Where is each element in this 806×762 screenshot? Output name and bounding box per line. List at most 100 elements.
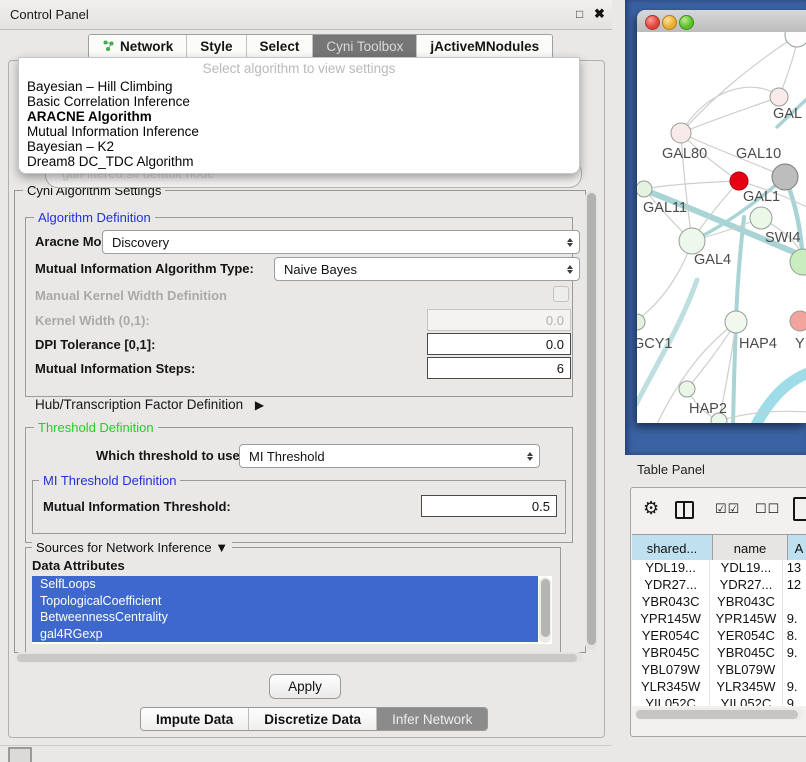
- mac-zoom-icon[interactable]: [679, 15, 694, 30]
- cell: YDR27...: [632, 577, 710, 594]
- dropdown-item[interactable]: Mutual Information Inference: [27, 124, 567, 139]
- control-panel-title: Control Panel: [10, 7, 89, 22]
- tab-network[interactable]: Network: [89, 35, 187, 58]
- table-horizontal-scrollbar[interactable]: [635, 708, 803, 720]
- attribute-item[interactable]: gal4RGexp: [32, 626, 538, 643]
- table-row[interactable]: YDL19...YDL19...13: [632, 560, 806, 577]
- node-gcy1[interactable]: [637, 314, 645, 330]
- attributes-scrollbar[interactable]: [539, 577, 551, 643]
- kernel-width-field[interactable]: 0.0: [427, 309, 571, 331]
- hub-definition-toggle[interactable]: Hub/Transcription Factor Definition ▶: [35, 397, 264, 412]
- mi-type-combo[interactable]: Naive Bayes: [274, 257, 580, 281]
- mi-threshold-definition-title: MI Threshold Definition: [39, 473, 180, 488]
- cell: YPR145W: [632, 611, 710, 628]
- float-window-icon[interactable]: □: [576, 7, 583, 21]
- data-attributes-list: SelfLoops TopologicalCoefficient Between…: [32, 576, 552, 644]
- file-icon[interactable]: [793, 497, 806, 521]
- node-hap2[interactable]: [679, 381, 695, 397]
- algorithm-definition-group: Algorithm Definition Aracne Mode: Discov…: [25, 217, 573, 397]
- settings-vertical-scrollbar[interactable]: [585, 191, 597, 650]
- gear-icon[interactable]: ⚙: [643, 498, 659, 519]
- node-y-truncated[interactable]: [790, 311, 806, 331]
- settings-horizontal-scrollbar[interactable]: [15, 652, 583, 663]
- corner-widget[interactable]: [8, 747, 32, 762]
- dpi-tolerance-label: DPI Tolerance [0,1]:: [35, 337, 155, 352]
- dropdown-item[interactable]: Bayesian – K2: [27, 139, 567, 154]
- mac-close-icon[interactable]: [645, 15, 660, 30]
- node-gal1[interactable]: [750, 207, 772, 229]
- table-row[interactable]: YER054CYER054C8.: [632, 628, 806, 645]
- node-label: GAL4: [694, 252, 731, 268]
- network-icon: [102, 39, 115, 55]
- node-label: GAL10: [736, 146, 781, 162]
- aracne-mode-combo[interactable]: Discovery: [102, 230, 580, 254]
- table-row[interactable]: YPR145WYPR145W9.: [632, 611, 806, 628]
- tab-label: jActiveMNodules: [430, 39, 539, 54]
- tab-style[interactable]: Style: [187, 35, 246, 58]
- attribute-item[interactable]: SelfLoops: [32, 576, 538, 593]
- column-header-shared[interactable]: shared...: [632, 535, 713, 561]
- column-header-name[interactable]: name: [713, 535, 788, 561]
- table-row[interactable]: YBL079WYBL079W: [632, 662, 806, 679]
- cell: YBL079W: [710, 662, 782, 679]
- mi-type-value: Naive Bayes: [284, 262, 357, 277]
- clear-selection-icon[interactable]: ☐☐: [755, 501, 780, 517]
- dropdown-item[interactable]: Basic Correlation Inference: [27, 94, 567, 109]
- dropdown-item[interactable]: Dream8 DC_TDC Algorithm: [27, 154, 567, 169]
- column-header-truncated[interactable]: A: [788, 535, 806, 561]
- threshold-definition-group: Threshold Definition Which threshold to …: [25, 427, 573, 543]
- table-row[interactable]: YDR27...YDR27...12: [632, 577, 806, 594]
- mi-threshold-definition-group: MI Threshold Definition Mutual Informati…: [32, 480, 566, 534]
- columns-icon[interactable]: [675, 501, 694, 519]
- tab-cyni-toolbox[interactable]: Cyni Toolbox: [313, 35, 417, 58]
- node-gal4[interactable]: [679, 228, 705, 254]
- tab-jactivemnodules[interactable]: jActiveMNodules: [417, 35, 552, 58]
- node-labels: GAL GAL80 GAL10 GAL1 SWI4 GAL11 GAL4 GCY…: [637, 106, 805, 417]
- apply-button[interactable]: Apply: [269, 674, 341, 699]
- tab-select[interactable]: Select: [247, 35, 314, 58]
- mi-threshold-field[interactable]: 0.5: [421, 495, 557, 517]
- manual-kernel-checkbox[interactable]: [553, 286, 569, 302]
- node-selected-red[interactable]: [730, 172, 748, 190]
- table-row[interactable]: YLR345WYLR345W9.: [632, 679, 806, 696]
- node-gal11[interactable]: [637, 181, 652, 197]
- table-row[interactable]: YBR045CYBR045C9.: [632, 645, 806, 662]
- node-gal-truncated[interactable]: [770, 88, 788, 106]
- collapse-down-icon[interactable]: ▼: [215, 540, 228, 555]
- cyni-algorithm-settings-pane: Cyni Algorithm Settings Algorithm Defini…: [14, 190, 586, 653]
- cell: YPR145W: [710, 611, 782, 628]
- table-row[interactable]: YIL052CYIL052C9: [632, 696, 806, 706]
- attribute-item[interactable]: TopologicalCoefficient: [32, 593, 538, 610]
- hub-definition-label: Hub/Transcription Factor Definition: [35, 397, 243, 412]
- cell: 8.: [783, 628, 806, 645]
- table-body: YDL19...YDL19...13 YDR27...YDR27...12 YB…: [632, 560, 806, 706]
- dropdown-item[interactable]: Bayesian – Hill Climbing: [27, 79, 567, 94]
- mac-minimize-icon[interactable]: [662, 15, 677, 30]
- select-all-icon[interactable]: ☑☑: [715, 501, 740, 517]
- network-view-window: GAL GAL80 GAL10 GAL1 SWI4 GAL11 GAL4 GCY…: [637, 10, 806, 423]
- table-row[interactable]: YBR043CYBR043C: [632, 594, 806, 611]
- dpi-tolerance-field[interactable]: 0.0: [427, 333, 571, 355]
- mi-steps-field[interactable]: 6: [427, 357, 571, 379]
- table-panel: ⚙ ☑☑ ☐☐ shared... name A YDL19...YDL19..…: [630, 487, 806, 737]
- tab-discretize-data[interactable]: Discretize Data: [249, 708, 377, 730]
- network-canvas[interactable]: GAL GAL80 GAL10 GAL1 SWI4 GAL11 GAL4 GCY…: [637, 32, 806, 423]
- close-icon[interactable]: ✖: [594, 6, 605, 22]
- spinner-icon: [567, 231, 573, 253]
- aracne-mode-value: Discovery: [112, 235, 169, 250]
- cell: 9.: [783, 611, 806, 628]
- node-gal10[interactable]: [772, 164, 798, 190]
- attribute-item[interactable]: BetweennessCentrality: [32, 609, 538, 626]
- which-threshold-combo[interactable]: MI Threshold: [239, 444, 540, 468]
- tab-infer-network[interactable]: Infer Network: [377, 708, 487, 730]
- algorithm-dropdown-list: Select algorithm to view settings Bayesi…: [18, 57, 580, 174]
- cell: YLR345W: [710, 679, 782, 696]
- data-attributes-label: Data Attributes: [32, 558, 125, 573]
- dropdown-item-selected[interactable]: ARACNE Algorithm: [27, 109, 567, 124]
- node-gal80[interactable]: [671, 123, 691, 143]
- node-unlabeled[interactable]: [785, 32, 806, 47]
- cell: YER054C: [632, 628, 710, 645]
- cell: 13: [783, 560, 806, 577]
- tab-impute-data[interactable]: Impute Data: [141, 708, 249, 730]
- node-hap4[interactable]: [725, 311, 747, 333]
